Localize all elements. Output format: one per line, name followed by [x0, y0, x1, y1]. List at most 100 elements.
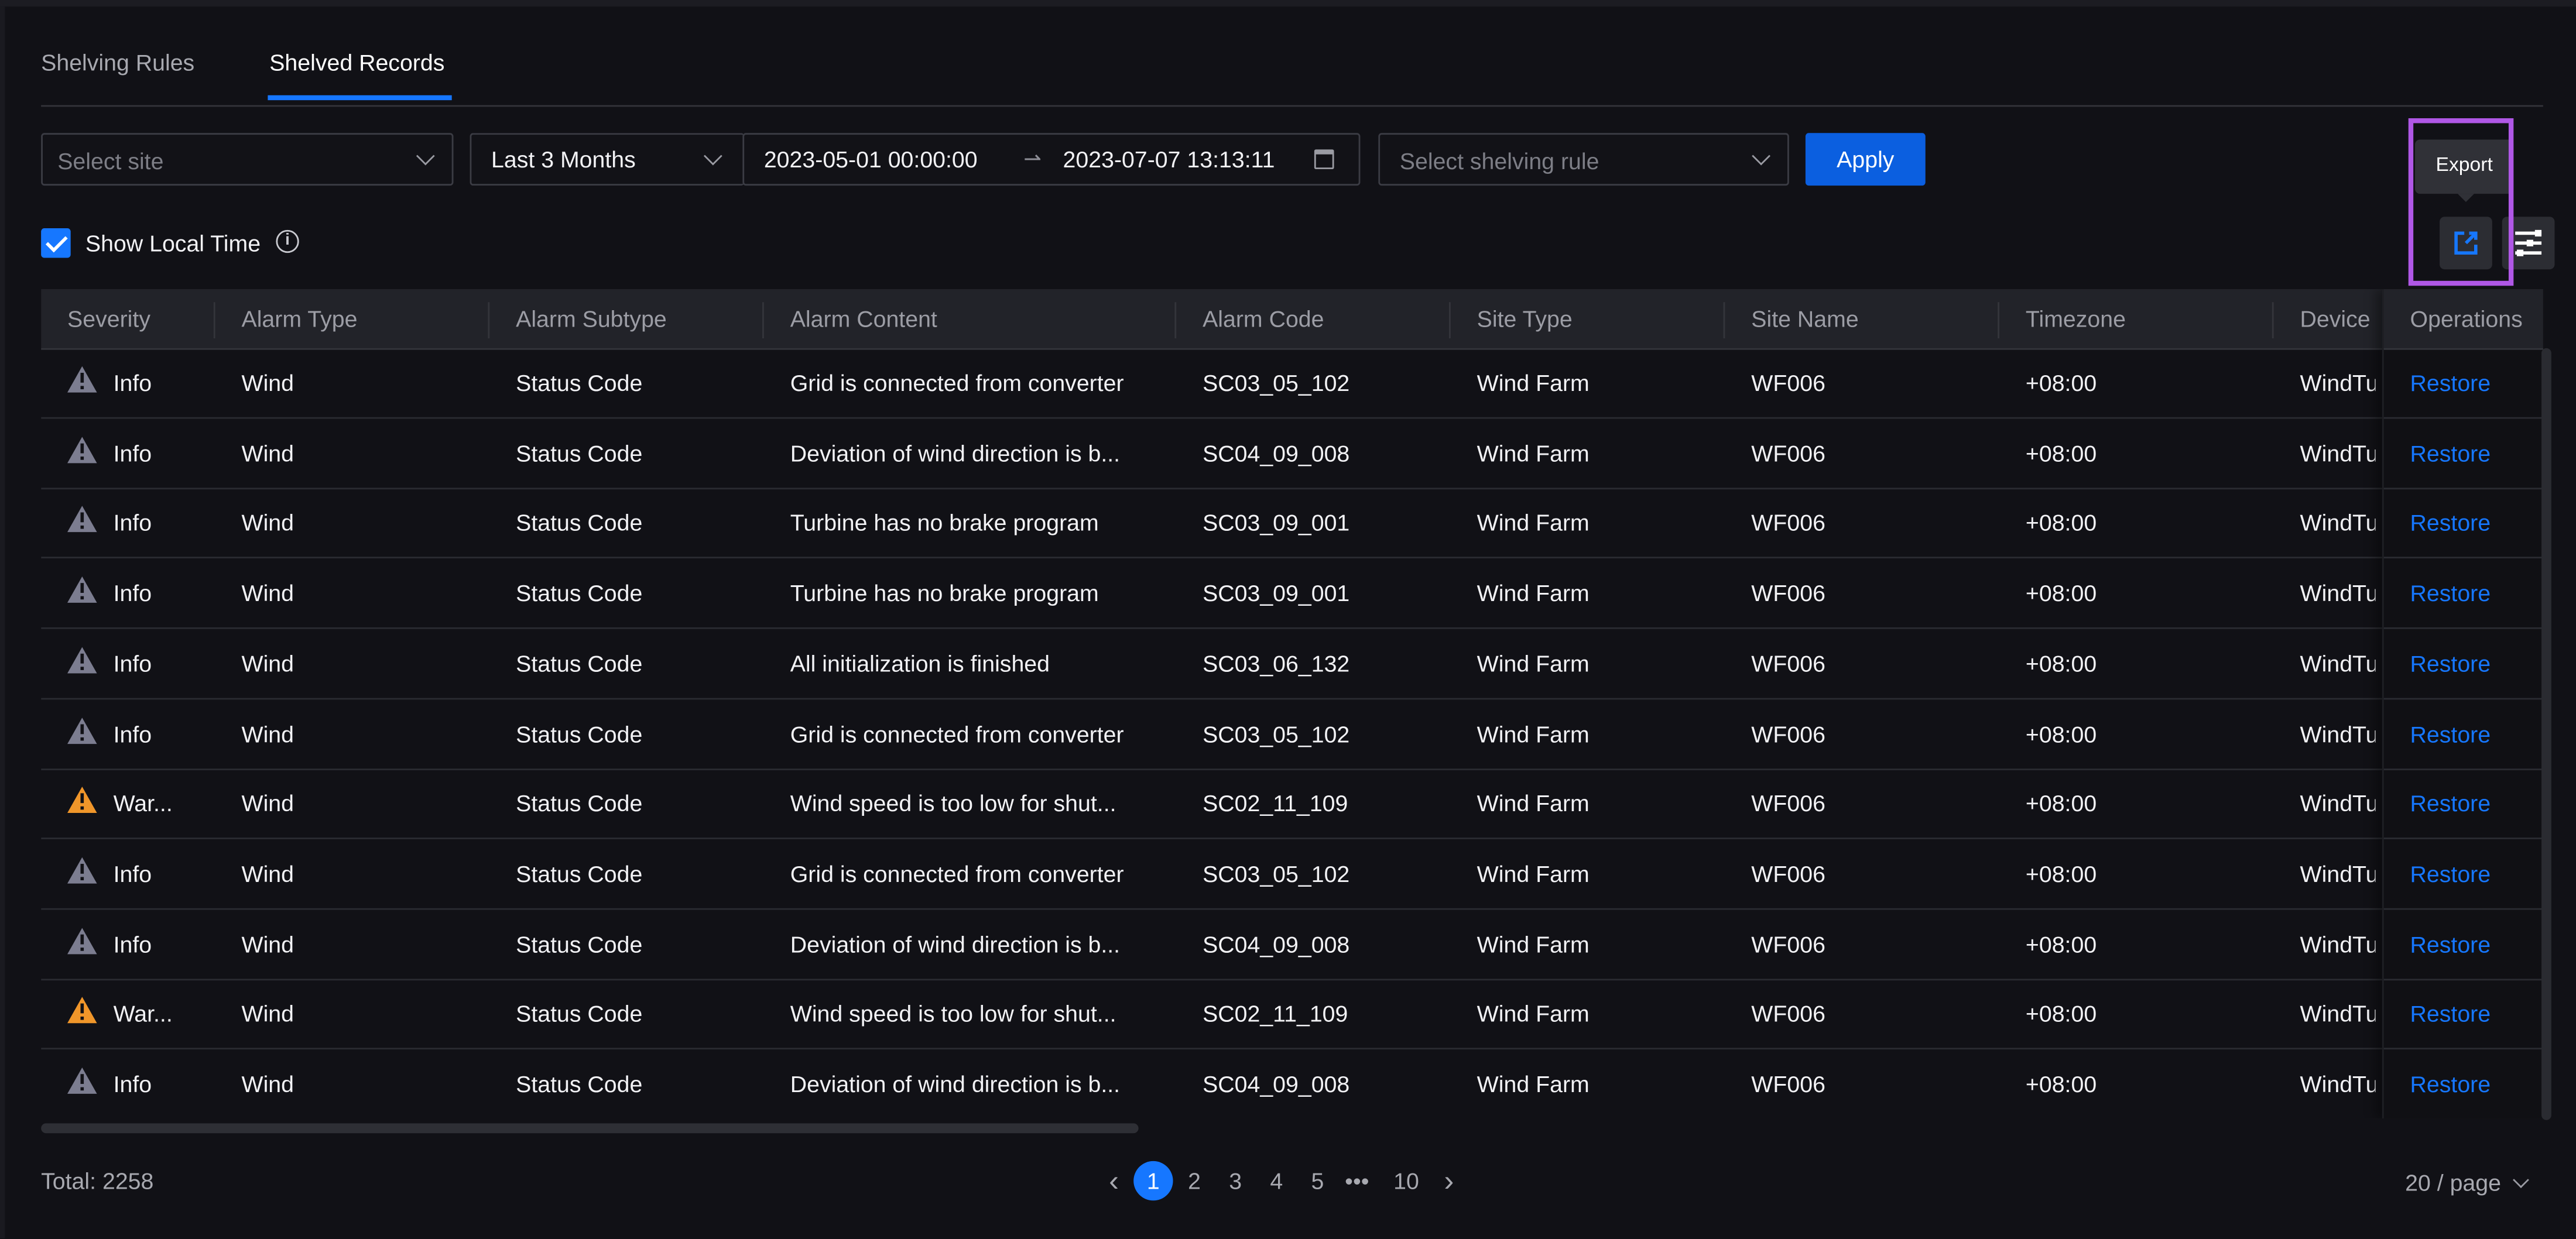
column-divider [1448, 302, 1451, 339]
shelving-rule-select[interactable]: Select shelving rule [1378, 133, 1789, 186]
active-tab-indicator [268, 95, 452, 101]
cell-content: Turbine has no brake program [790, 579, 1099, 606]
cell-tz: +08:00 [2025, 1070, 2097, 1097]
cell-tz: +08:00 [2025, 579, 2097, 606]
info-severity-icon [67, 1067, 97, 1094]
table-row[interactable]: Info Wind Status Code Deviation of wind dir… [41, 909, 2543, 980]
table-row[interactable]: Info Wind Status Code Deviation of wind dir… [41, 418, 2543, 489]
cell-type: Wind [241, 790, 294, 817]
column-divider [213, 302, 215, 339]
prev-page-button[interactable]: ‹ [1104, 1161, 1124, 1200]
cell-subtype: Status Code [516, 440, 643, 466]
col-alarm-subtype[interactable]: Alarm Subtype [516, 306, 667, 332]
page-1[interactable]: 1 [1133, 1161, 1173, 1201]
operations-cell: Restore [2383, 909, 2543, 980]
records-table: Severity Alarm Type Alarm Subtype Alarm … [41, 289, 2543, 1118]
table-row[interactable]: Info Wind Status Code Turbine has no brake … [41, 489, 2543, 560]
cell-type: Wind [241, 509, 294, 536]
shelving-rule-placeholder: Select shelving rule [1399, 147, 1599, 174]
table-row[interactable]: Info Wind Status Code Deviation of wind dir… [41, 1049, 2543, 1118]
vertical-scrollbar[interactable] [2541, 348, 2551, 1120]
column-divider [488, 302, 490, 339]
table-row[interactable]: War... Wind Status Code Wind speed is too l… [41, 769, 2543, 840]
restore-link[interactable]: Restore [2410, 650, 2491, 677]
restore-link[interactable]: Restore [2410, 790, 2491, 816]
export-button[interactable] [2440, 217, 2492, 270]
restore-link[interactable]: Restore [2410, 720, 2491, 746]
restore-link[interactable]: Restore [2410, 931, 2491, 957]
range-preset-select[interactable]: Last 3 Months [470, 133, 745, 186]
page-4[interactable]: 4 [1265, 1161, 1288, 1200]
info-severity-icon [67, 366, 97, 393]
restore-link[interactable]: Restore [2410, 369, 2491, 396]
page-2[interactable]: 2 [1183, 1161, 1205, 1200]
page-size-value: 20 / page [2405, 1169, 2501, 1196]
show-local-time-checkbox[interactable] [41, 228, 71, 258]
restore-link[interactable]: Restore [2410, 860, 2491, 887]
cell-device: WindTu [2300, 650, 2376, 677]
total-count: Total: 2258 [41, 1168, 154, 1195]
cell-code: SC04_09_008 [1203, 1070, 1350, 1097]
date-start[interactable]: 2023-05-01 00:00:00 [764, 146, 978, 173]
tab-shelving-rules[interactable]: Shelving Rules [41, 49, 194, 75]
cell-tz: +08:00 [2025, 650, 2097, 677]
tab-shelved-records[interactable]: Shelved Records [269, 49, 444, 75]
calendar-icon[interactable] [1314, 149, 1334, 170]
cell-type: Wind [241, 1000, 294, 1027]
operations-cell: Restore [2383, 769, 2543, 840]
col-alarm-content[interactable]: Alarm Content [790, 306, 937, 332]
col-timezone[interactable]: Timezone [2026, 306, 2126, 332]
page-10[interactable]: 10 [1390, 1161, 1423, 1200]
cell-content: Turbine has no brake program [790, 509, 1099, 536]
cell-severity: War... [113, 1000, 173, 1027]
col-severity[interactable]: Severity [67, 306, 150, 332]
restore-link[interactable]: Restore [2410, 580, 2491, 606]
restore-link[interactable]: Restore [2410, 510, 2491, 536]
table-row[interactable]: Info Wind Status Code Grid is connected fro… [41, 839, 2543, 910]
pagination-ellipsis[interactable]: ••• [1341, 1161, 1373, 1200]
cell-subtype: Status Code [516, 720, 643, 747]
table-row[interactable]: War... Wind Status Code Wind speed is too l… [41, 979, 2543, 1050]
chevron-down-icon [2513, 1172, 2530, 1189]
restore-link[interactable]: Restore [2410, 1001, 2491, 1027]
chevron-down-icon [1752, 146, 1771, 166]
cell-content: Grid is connected from converter [790, 369, 1124, 396]
cell-subtype: Status Code [516, 579, 643, 606]
warning-icon [67, 997, 97, 1024]
col-device[interactable]: Device [2300, 306, 2371, 332]
horizontal-scrollbar[interactable] [41, 1123, 1139, 1134]
cell-site-type: Wind Farm [1477, 579, 1590, 606]
column-settings-button[interactable] [2502, 217, 2555, 270]
cell-device: WindTu [2300, 440, 2376, 466]
cell-device: WindTu [2300, 1070, 2376, 1097]
cell-tz: +08:00 [2025, 720, 2097, 747]
table-row[interactable]: Info Wind Status Code Grid is connected fro… [41, 348, 2543, 419]
info-icon[interactable]: i [276, 229, 299, 253]
table-row[interactable]: Info Wind Status Code All initialization is… [41, 629, 2543, 699]
cell-site-type: Wind Farm [1477, 1070, 1590, 1097]
cell-site-type: Wind Farm [1477, 720, 1590, 747]
date-range-picker[interactable]: 2023-05-01 00:00:00 ⇀ 2023-07-07 13:13:1… [742, 133, 1361, 186]
cell-subtype: Status Code [516, 930, 643, 957]
cell-device: WindTu [2300, 509, 2376, 536]
cell-code: SC02_11_109 [1203, 1000, 1348, 1027]
next-page-button[interactable]: › [1439, 1161, 1459, 1200]
cell-type: Wind [241, 1070, 294, 1097]
page-5[interactable]: 5 [1306, 1161, 1329, 1200]
apply-button[interactable]: Apply [1805, 133, 1926, 186]
restore-link[interactable]: Restore [2410, 1071, 2491, 1097]
restore-link[interactable]: Restore [2410, 440, 2491, 466]
col-alarm-type[interactable]: Alarm Type [241, 306, 357, 332]
page-size-select[interactable]: 20 / page [2405, 1169, 2530, 1196]
cell-site-type: Wind Farm [1477, 1000, 1590, 1027]
operations-cell: Restore [2383, 629, 2543, 699]
cell-type: Wind [241, 650, 294, 677]
col-site-name[interactable]: Site Name [1751, 306, 1858, 332]
table-row[interactable]: Info Wind Status Code Turbine has no brake … [41, 558, 2543, 629]
page-3[interactable]: 3 [1224, 1161, 1247, 1200]
col-alarm-code[interactable]: Alarm Code [1203, 306, 1324, 332]
site-select[interactable]: Select site [41, 133, 454, 186]
table-row[interactable]: Info Wind Status Code Grid is connected fro… [41, 699, 2543, 770]
col-site-type[interactable]: Site Type [1477, 306, 1573, 332]
date-end[interactable]: 2023-07-07 13:13:11 [1063, 146, 1275, 173]
